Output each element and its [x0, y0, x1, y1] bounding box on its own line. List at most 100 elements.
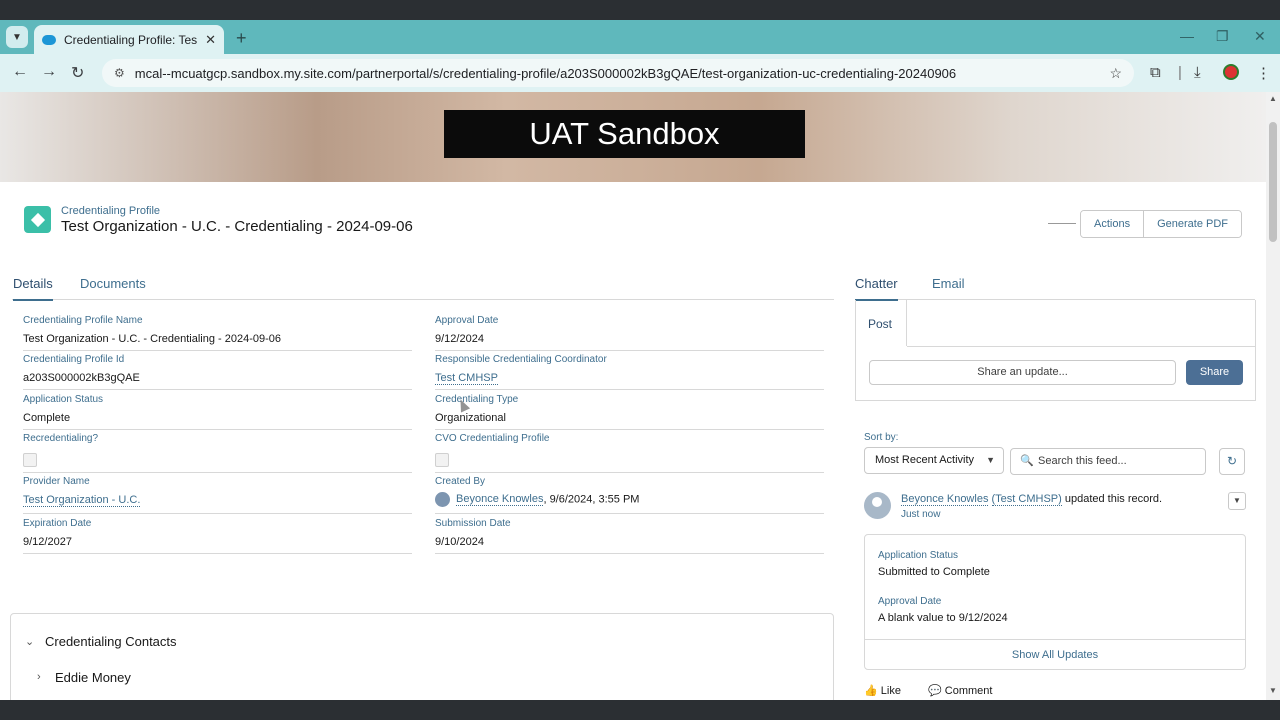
bookmark-star-icon[interactable]: ☆	[1109, 65, 1122, 82]
chevron-right-icon[interactable]: ›	[37, 671, 41, 683]
window-bottom-frame	[0, 700, 1280, 720]
field-profile-id: Credentialing Profile Id a203S000002kB3g…	[23, 354, 412, 390]
field-label: Submission Date	[435, 518, 511, 529]
field-value: 9/10/2024	[435, 536, 484, 548]
caret-down-icon: ▼	[986, 455, 995, 465]
user-avatar-icon	[435, 492, 450, 507]
tab-details[interactable]: Details	[13, 276, 53, 301]
toolbar-divider: |	[1178, 64, 1182, 81]
url-text: mcal--mcuatgcp.sandbox.my.site.com/partn…	[134, 65, 957, 81]
field-value: a203S000002kB3gQAE	[23, 372, 140, 384]
field-cvo-profile: CVO Credentialing Profile	[435, 433, 824, 473]
field-created-by: Created By Beyonce Knowles, 9/6/2024, 3:…	[435, 476, 824, 514]
field-profile-name: Credentialing Profile Name Test Organiza…	[23, 315, 412, 351]
tab-chatter[interactable]: Chatter	[855, 276, 898, 301]
publisher-divider	[907, 346, 1256, 347]
field-label: CVO Credentialing Profile	[435, 433, 550, 444]
new-tab-icon[interactable]: +	[236, 28, 247, 49]
field-label: Approval Date	[435, 315, 499, 326]
field-label: Credentialing Type	[435, 394, 519, 405]
feed-author-org-link[interactable]: (Test CMHSP)	[991, 493, 1062, 506]
scroll-up-icon[interactable]: ▲	[1269, 94, 1277, 103]
section-title[interactable]: Credentialing Contacts	[45, 634, 177, 649]
tab-email[interactable]: Email	[932, 276, 965, 291]
field-label: Expiration Date	[23, 518, 92, 529]
field-label: Created By	[435, 476, 486, 487]
menu-icon[interactable]: ⋮	[1256, 64, 1271, 82]
cvo-checkbox	[435, 453, 449, 467]
field-label: Recredentialing?	[23, 433, 99, 444]
page-content: UAT Sandbox Credentialing Profile Test O…	[0, 92, 1266, 700]
created-by-date: , 9/6/2024, 3:55 PM	[543, 493, 640, 506]
change-value: Submitted to Complete	[878, 566, 990, 578]
restore-icon[interactable]: ❐	[1216, 28, 1229, 45]
created-by-user-link[interactable]: Beyonce Knowles	[456, 493, 544, 507]
profile-icon[interactable]	[1223, 64, 1239, 80]
change-field-label: Approval Date	[878, 596, 942, 607]
forward-icon[interactable]: →	[41, 63, 57, 81]
scrollbar-thumb[interactable]	[1269, 122, 1277, 242]
search-placeholder: Search this feed...	[1038, 455, 1127, 467]
coordinator-link[interactable]: Test CMHSP	[435, 372, 498, 385]
change-value: A blank value to 9/12/2024	[878, 612, 1008, 624]
extensions-icon[interactable]: ⧉	[1150, 64, 1161, 81]
back-icon[interactable]: ←	[12, 63, 28, 81]
reload-icon[interactable]: ↻	[71, 63, 84, 83]
comment-label: Comment	[944, 685, 993, 697]
tab-close-icon[interactable]: ✕	[205, 32, 216, 48]
download-icon[interactable]: ⤓	[1194, 64, 1201, 81]
post-tab[interactable]: Post	[856, 300, 907, 346]
browser-tab[interactable]: Credentialing Profile: Test Orga ✕	[34, 25, 224, 54]
share-button[interactable]: Share	[1186, 360, 1243, 385]
header-banner: UAT Sandbox	[0, 92, 1266, 182]
field-recredentialing: Recredentialing?	[23, 433, 412, 473]
field-provider-name: Provider Name Test Organization - U.C.	[23, 476, 412, 514]
field-approval-date: Approval Date 9/12/2024	[435, 315, 824, 351]
field-label: Credentialing Profile Id	[23, 354, 125, 365]
page-scrollbar[interactable]: ▲ ▼	[1266, 92, 1280, 700]
page-title: Test Organization - U.C. - Credentialing…	[61, 218, 413, 235]
change-field-label: Application Status	[878, 550, 959, 561]
share-update-input[interactable]: Share an update...	[869, 360, 1176, 385]
feed-action-text: updated this record.	[1061, 493, 1163, 505]
chevron-down-icon[interactable]: ⌄	[25, 635, 34, 648]
tab-documents[interactable]: Documents	[80, 276, 146, 291]
field-application-status: Application Status Complete	[23, 394, 412, 430]
sort-value: Most Recent Activity	[875, 454, 975, 466]
actions-button[interactable]: Actions	[1081, 211, 1144, 237]
field-value: Complete	[23, 412, 71, 424]
chevron-down-icon[interactable]: ▼	[1228, 492, 1246, 510]
minimize-icon[interactable]: —	[1180, 28, 1194, 44]
comment-icon: 💬	[928, 685, 942, 697]
like-button[interactable]: 👍 Like	[864, 684, 901, 697]
show-all-updates-button[interactable]: Show All Updates	[865, 639, 1245, 670]
window-close-icon[interactable]: ✕	[1254, 28, 1266, 45]
browser-toolbar: ← → ↻ ⚙ mcal--mcuatgcp.sandbox.my.site.c…	[0, 54, 1280, 92]
search-icon: 🔍	[1020, 455, 1034, 467]
refresh-icon[interactable]: ↻	[1219, 448, 1245, 475]
thumbs-up-icon: 👍	[864, 685, 878, 697]
provider-link[interactable]: Test Organization - U.C.	[23, 494, 141, 507]
browser-tab-bar: ▼ Credentialing Profile: Test Orga ✕ + —…	[0, 20, 1280, 54]
sort-select[interactable]: Most Recent Activity ▼	[864, 447, 1004, 474]
scroll-down-icon[interactable]: ▼	[1269, 686, 1277, 695]
address-bar[interactable]: ⚙ mcal--mcuatgcp.sandbox.my.site.com/par…	[102, 59, 1134, 87]
contact-item[interactable]: Eddie Money	[55, 670, 131, 685]
record-tabs: Details Documents	[12, 272, 834, 301]
field-value: Test Organization - U.C. - Credentialing…	[23, 333, 282, 345]
field-label: Application Status	[23, 394, 104, 405]
search-feed-input[interactable]: 🔍 Search this feed...	[1010, 448, 1206, 475]
feed-author-link[interactable]: Beyonce Knowles	[901, 493, 989, 506]
window-top-frame	[0, 0, 1280, 20]
field-label: Responsible Credentialing Coordinator	[435, 354, 607, 365]
generate-pdf-button[interactable]: Generate PDF	[1143, 211, 1241, 237]
salesforce-cloud-icon	[42, 34, 56, 45]
site-info-icon[interactable]: ⚙	[114, 66, 125, 80]
feed-timestamp[interactable]: Just now	[901, 509, 940, 520]
header-button-group: Actions Generate PDF	[1080, 210, 1242, 238]
comment-button[interactable]: 💬 Comment	[928, 684, 992, 697]
field-value: 9/12/2027	[23, 536, 72, 548]
tab-list-icon[interactable]: ▼	[6, 26, 28, 48]
credentialing-contacts-card: ⌄ Credentialing Contacts › Eddie Money	[10, 613, 834, 700]
field-label: Credentialing Profile Name	[23, 315, 143, 326]
